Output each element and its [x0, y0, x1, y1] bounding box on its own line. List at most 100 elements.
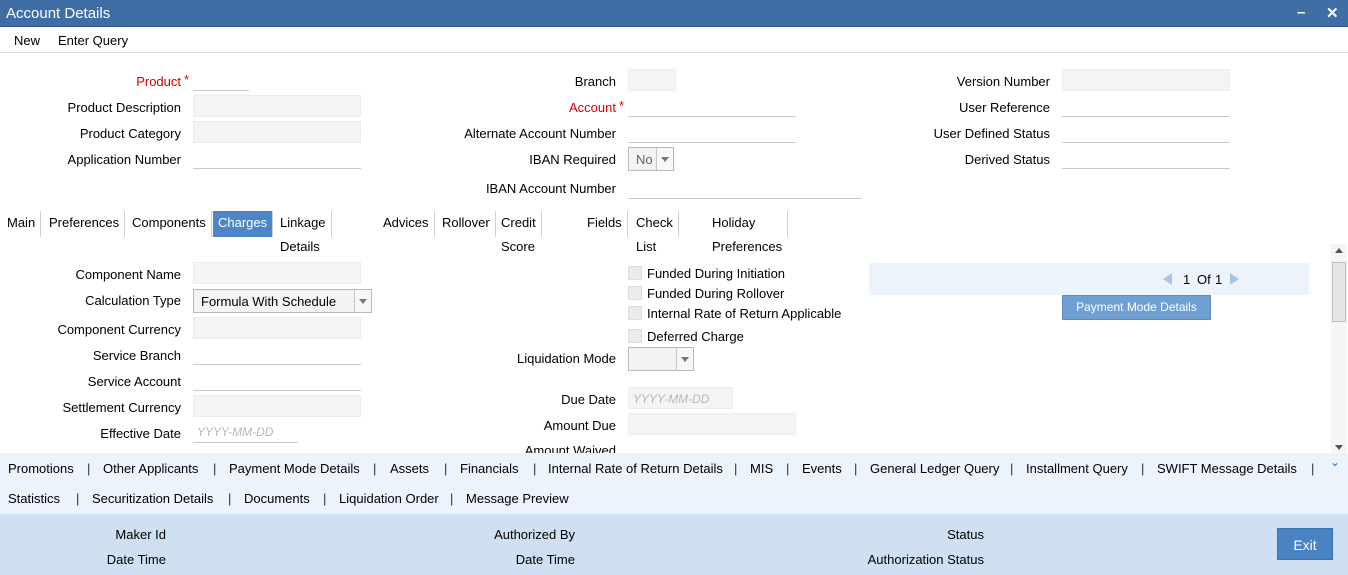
tab-advices[interactable]: Advices: [378, 211, 435, 237]
link-installment-query[interactable]: Installment Query: [1026, 461, 1128, 476]
vertical-scrollbar[interactable]: [1331, 244, 1347, 454]
irr-applicable-checkbox[interactable]: [628, 306, 642, 320]
funded-rollover-label: Funded During Rollover: [647, 286, 785, 301]
separator: |: [373, 461, 377, 476]
product-category-label: Product Category: [79, 126, 181, 141]
authorized-by-label: Authorized By: [494, 527, 575, 542]
separator: |: [76, 491, 80, 506]
deferred-charge-checkbox[interactable]: [628, 329, 642, 343]
service-branch-label: Service Branch: [92, 348, 181, 363]
close-button[interactable]: ✕: [1326, 4, 1339, 22]
window-titlebar: Account Details – ✕: [0, 0, 1348, 27]
user-reference-input[interactable]: [1062, 95, 1230, 117]
application-number-label: Application Number: [67, 152, 181, 167]
calculation-type-label: Calculation Type: [85, 293, 181, 308]
product-description-field: [193, 95, 361, 117]
iban-required-value: No: [636, 152, 653, 167]
deferred-charge-label: Deferred Charge: [647, 329, 744, 344]
link-other-applicants[interactable]: Other Applicants: [103, 461, 198, 476]
application-number-input[interactable]: [193, 147, 361, 169]
user-defined-status-label: User Defined Status: [933, 126, 1050, 141]
chevron-down-icon[interactable]: ⌄: [1330, 455, 1340, 469]
link-documents[interactable]: Documents: [244, 491, 310, 506]
maker-date-time-label: Date Time: [106, 552, 166, 567]
alternate-account-input[interactable]: [628, 121, 796, 143]
exit-button[interactable]: Exit: [1277, 528, 1333, 560]
separator: |: [854, 461, 858, 476]
link-swift-message-details[interactable]: SWIFT Message Details: [1157, 461, 1297, 476]
user-defined-status-input[interactable]: [1062, 121, 1230, 143]
iban-account-label: IBAN Account Number: [485, 181, 616, 196]
amount-due-label: Amount Due: [543, 418, 616, 433]
separator: |: [228, 491, 232, 506]
component-currency-label: Component Currency: [57, 322, 181, 337]
link-statistics[interactable]: Statistics: [8, 491, 60, 506]
tab-rollover[interactable]: Rollover: [437, 211, 496, 237]
component-currency-field: [193, 317, 361, 339]
status-label: Status: [947, 527, 984, 542]
liquidation-mode-label: Liquidation Mode: [516, 351, 616, 366]
tab-credit-score[interactable]: Credit Score: [496, 211, 542, 254]
chevron-down-icon: [354, 290, 371, 312]
chevron-down-icon: [676, 348, 693, 370]
link-general-ledger-query[interactable]: General Ledger Query: [870, 461, 999, 476]
derived-status-input[interactable]: [1062, 147, 1230, 169]
product-description-label: Product Description: [67, 100, 181, 115]
tab-holiday-preferences[interactable]: Holiday Preferences: [707, 211, 789, 254]
link-securitization-details[interactable]: Securitization Details: [92, 491, 213, 506]
account-input[interactable]: [628, 95, 796, 117]
link-message-preview[interactable]: Message Preview: [466, 491, 569, 506]
tab-linkage-details[interactable]: Linkage Details: [275, 211, 332, 254]
iban-account-input[interactable]: [628, 177, 862, 199]
separator: |: [450, 491, 454, 506]
payment-mode-details-button[interactable]: Payment Mode Details: [1062, 295, 1211, 320]
alternate-account-label: Alternate Account Number: [464, 126, 616, 141]
funded-initiation-checkbox[interactable]: [628, 266, 642, 280]
separator: |: [444, 461, 448, 476]
minimize-button[interactable]: –: [1297, 4, 1305, 21]
link-payment-mode-details[interactable]: Payment Mode Details: [229, 461, 360, 476]
iban-required-select[interactable]: No: [628, 147, 674, 171]
scroll-down-icon[interactable]: [1335, 445, 1343, 450]
link-assets[interactable]: Assets: [390, 461, 429, 476]
required-marker: *: [619, 98, 625, 113]
separator: |: [1311, 461, 1315, 476]
scroll-thumb[interactable]: [1332, 262, 1346, 322]
tab-fields[interactable]: Fields: [582, 211, 628, 237]
separator: |: [323, 491, 327, 506]
link-promotions[interactable]: Promotions: [8, 461, 74, 476]
link-events[interactable]: Events: [802, 461, 842, 476]
next-record-icon[interactable]: [1230, 273, 1239, 285]
funded-initiation-label: Funded During Initiation: [647, 266, 786, 281]
funded-rollover-checkbox[interactable]: [628, 286, 642, 300]
separator: |: [786, 461, 790, 476]
component-name-label: Component Name: [75, 267, 182, 282]
liquidation-mode-select[interactable]: [628, 347, 694, 371]
link-financials[interactable]: Financials: [460, 461, 519, 476]
authorization-status-label: Authorization Status: [867, 552, 984, 567]
settlement-currency-field: [193, 395, 361, 417]
tab-components[interactable]: Components: [127, 211, 212, 237]
tab-main[interactable]: Main: [2, 211, 42, 237]
link-irr-details[interactable]: Internal Rate of Return Details: [548, 461, 723, 476]
tab-charges[interactable]: Charges: [213, 211, 274, 237]
service-account-input[interactable]: [193, 369, 361, 391]
service-account-label: Service Account: [87, 374, 181, 389]
pager-current: 1: [1183, 272, 1191, 287]
calculation-type-select[interactable]: Formula With Schedule: [193, 289, 372, 313]
tab-check-list[interactable]: Check List: [631, 211, 679, 254]
link-liquidation-order[interactable]: Liquidation Order: [339, 491, 439, 506]
enter-query-button[interactable]: Enter Query: [58, 33, 128, 48]
amount-waived-label: Amount Waived: [524, 444, 616, 453]
effective-date-input[interactable]: YYYY-MM-DD: [193, 421, 298, 443]
product-input[interactable]: [193, 69, 249, 91]
scroll-up-icon[interactable]: [1335, 248, 1343, 253]
required-marker: *: [184, 72, 190, 87]
effective-date-placeholder: YYYY-MM-DD: [197, 425, 274, 439]
new-button[interactable]: New: [14, 33, 40, 48]
link-mis[interactable]: MIS: [750, 461, 773, 476]
tab-preferences[interactable]: Preferences: [44, 211, 126, 237]
previous-record-icon[interactable]: [1163, 273, 1172, 285]
service-branch-input[interactable]: [193, 343, 361, 365]
separator: |: [533, 461, 537, 476]
